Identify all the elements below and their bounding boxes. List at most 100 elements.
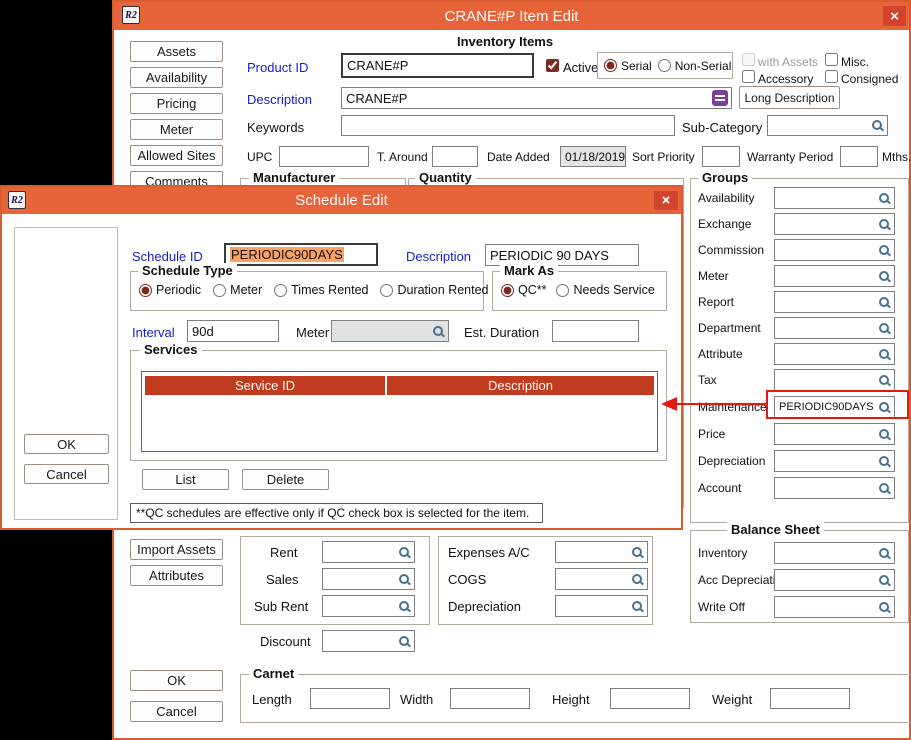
long-description-button[interactable]: Long Description xyxy=(739,86,840,109)
search-icon[interactable] xyxy=(398,600,411,613)
groups-input-availability[interactable] xyxy=(774,187,895,209)
groups-input-account[interactable] xyxy=(774,477,895,499)
search-icon[interactable] xyxy=(878,192,891,205)
services-column-description[interactable]: Description xyxy=(387,376,654,395)
cancel-button[interactable]: Cancel xyxy=(130,701,223,722)
search-icon[interactable] xyxy=(878,218,891,231)
schedule-type-option-duration-rented[interactable]: Duration Rented xyxy=(380,283,488,297)
search-icon[interactable] xyxy=(398,573,411,586)
search-icon[interactable] xyxy=(398,635,411,648)
search-icon[interactable] xyxy=(878,482,891,495)
product-id-input[interactable]: CRANE#P xyxy=(341,53,534,78)
interval-input[interactable]: 90d xyxy=(187,320,279,342)
sidebar-button-allowed-sites[interactable]: Allowed Sites xyxy=(130,145,223,166)
groups-input-meter[interactable] xyxy=(774,265,895,287)
groups-input-report[interactable] xyxy=(774,291,895,313)
search-icon[interactable] xyxy=(878,374,891,387)
est-duration-input[interactable] xyxy=(552,320,639,342)
close-icon[interactable]: × xyxy=(883,6,906,26)
search-icon[interactable] xyxy=(631,546,644,559)
long-description-icon[interactable] xyxy=(712,90,728,106)
keywords-input[interactable] xyxy=(341,115,675,136)
times-rented-radio[interactable] xyxy=(274,284,287,297)
search-icon[interactable] xyxy=(878,574,891,587)
balance-input-write-off[interactable] xyxy=(774,596,895,618)
schedule-id-input[interactable]: PERIODIC90DAYS xyxy=(224,243,378,266)
serial-radio[interactable] xyxy=(604,59,617,72)
ok-button[interactable]: OK xyxy=(24,434,109,454)
search-icon[interactable] xyxy=(878,296,891,309)
sidebar-button-availability[interactable]: Availability xyxy=(130,67,223,88)
search-icon[interactable] xyxy=(631,573,644,586)
sidebar-button-assets[interactable]: Assets xyxy=(130,41,223,62)
sidebar-button-attributes[interactable]: Attributes xyxy=(130,565,223,586)
search-icon[interactable] xyxy=(878,455,891,468)
qc-radio[interactable] xyxy=(501,284,514,297)
search-icon[interactable] xyxy=(878,348,891,361)
search-icon[interactable] xyxy=(631,600,644,613)
non-serial-radio-option[interactable]: Non-Serial xyxy=(658,59,732,73)
groups-input-depreciation[interactable] xyxy=(774,450,895,472)
search-icon[interactable] xyxy=(878,547,891,560)
width-input[interactable] xyxy=(450,688,530,709)
sort-priority-input[interactable] xyxy=(702,146,740,167)
groups-input-exchange[interactable] xyxy=(774,213,895,235)
services-column-service-id[interactable]: Service ID xyxy=(145,376,385,395)
groups-input-price[interactable] xyxy=(774,423,895,445)
serial-radio-option[interactable]: Serial xyxy=(604,59,652,73)
search-icon[interactable] xyxy=(871,119,884,132)
list-button[interactable]: List xyxy=(142,469,229,490)
sidebar-button-pricing[interactable]: Pricing xyxy=(130,93,223,114)
search-icon[interactable] xyxy=(878,428,891,441)
non-serial-radio[interactable] xyxy=(658,59,671,72)
search-icon[interactable] xyxy=(878,244,891,257)
groups-input-attribute[interactable] xyxy=(774,343,895,365)
duration-rented-radio[interactable] xyxy=(380,284,393,297)
sidebar-button-import-assets[interactable]: Import Assets xyxy=(130,539,223,560)
delete-button[interactable]: Delete xyxy=(242,469,329,490)
misc-checkbox[interactable] xyxy=(825,53,838,66)
weight-input[interactable] xyxy=(770,688,850,709)
t-around-input[interactable] xyxy=(432,146,478,167)
warranty-period-input[interactable] xyxy=(840,146,878,167)
mark-as-option-needs-service[interactable]: Needs Service xyxy=(556,283,654,297)
balance-input-inventory[interactable] xyxy=(774,542,895,564)
sub-category-input[interactable] xyxy=(767,115,888,136)
schedule-type-option-meter[interactable]: Meter xyxy=(213,283,262,297)
accessory-checkbox[interactable] xyxy=(742,70,755,83)
groups-input-tax[interactable] xyxy=(774,369,895,391)
mark-as-option-qc[interactable]: QC** xyxy=(501,283,546,297)
schedule-edit-title-bar[interactable]: Schedule Edit R2 × xyxy=(2,187,681,214)
meter-radio[interactable] xyxy=(213,284,226,297)
groups-input-department[interactable] xyxy=(774,317,895,339)
sidebar-button-meter[interactable]: Meter xyxy=(130,119,223,140)
search-icon[interactable] xyxy=(878,601,891,614)
consigned-checkbox[interactable] xyxy=(825,70,838,83)
ok-button[interactable]: OK xyxy=(130,670,223,691)
depreciation-input[interactable] xyxy=(555,595,648,617)
groups-input-commission[interactable] xyxy=(774,239,895,261)
sales-input[interactable] xyxy=(322,568,415,590)
search-icon[interactable] xyxy=(878,270,891,283)
periodic-radio[interactable] xyxy=(139,284,152,297)
schedule-type-option-times-rented[interactable]: Times Rented xyxy=(274,283,368,297)
search-icon[interactable] xyxy=(878,322,891,335)
services-table-body[interactable] xyxy=(145,395,654,448)
active-checkbox[interactable] xyxy=(546,59,559,72)
balance-input-acc-depreciation[interactable] xyxy=(774,569,895,591)
item-edit-title-bar[interactable]: CRANE#P Item Edit R2 × xyxy=(114,2,909,30)
height-input[interactable] xyxy=(610,688,690,709)
upc-input[interactable] xyxy=(279,146,369,167)
length-input[interactable] xyxy=(310,688,390,709)
expenses-ac-input[interactable] xyxy=(555,541,648,563)
close-icon[interactable]: × xyxy=(654,191,678,210)
search-icon[interactable] xyxy=(398,546,411,559)
needs-service-radio[interactable] xyxy=(556,284,569,297)
cancel-button[interactable]: Cancel xyxy=(24,464,109,484)
description-input[interactable]: CRANE#P xyxy=(341,87,732,109)
schedule-type-option-periodic[interactable]: Periodic xyxy=(139,283,201,297)
discount-input[interactable] xyxy=(322,630,415,652)
cogs-input[interactable] xyxy=(555,568,648,590)
services-table[interactable]: Service ID Description xyxy=(141,371,658,452)
sub-rent-input[interactable] xyxy=(322,595,415,617)
